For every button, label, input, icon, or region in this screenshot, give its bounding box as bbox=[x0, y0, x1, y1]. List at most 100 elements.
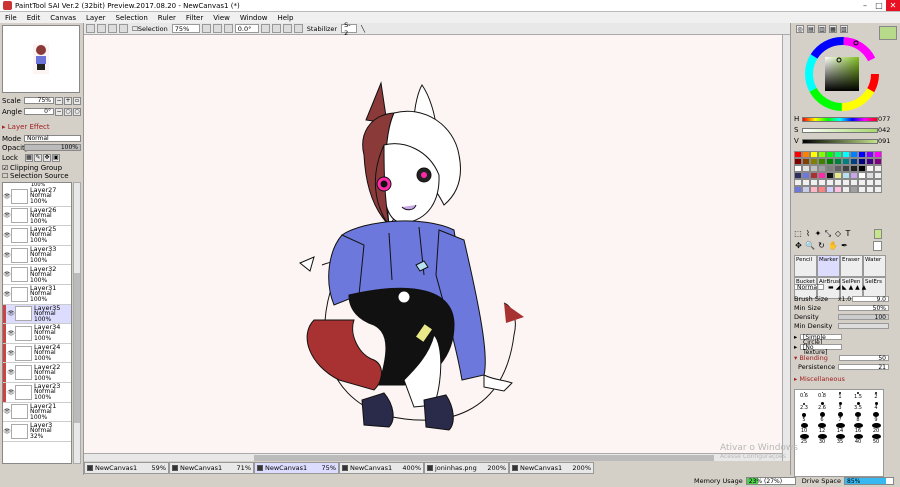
brush-size-preset[interactable]: 50 bbox=[867, 434, 885, 445]
rotate-reset-icon[interactable] bbox=[271, 24, 281, 33]
lock-all-icon[interactable]: ▣ bbox=[52, 153, 60, 162]
layer-visibility-icon[interactable]: 👁 bbox=[3, 271, 11, 278]
brush-size-preset[interactable]: 12 bbox=[813, 423, 831, 434]
brush-size-preset[interactable]: 0.8 bbox=[813, 390, 831, 401]
color-swatch[interactable] bbox=[842, 179, 850, 186]
color-swatch[interactable] bbox=[842, 151, 850, 158]
scale-slider[interactable]: 75% bbox=[24, 97, 54, 104]
rect-select-icon[interactable]: ⬚ bbox=[794, 229, 802, 239]
s-slider[interactable] bbox=[802, 127, 878, 133]
color-swatch[interactable] bbox=[850, 158, 858, 165]
brush-size-preset[interactable]: 1 bbox=[831, 390, 849, 401]
shape-icon[interactable]: ◇ bbox=[834, 229, 842, 239]
blending-header[interactable]: ▾ Blending bbox=[794, 354, 828, 362]
color-swatch[interactable] bbox=[794, 179, 802, 186]
layer-visibility-icon[interactable]: 👁 bbox=[7, 350, 15, 357]
color-swatch[interactable] bbox=[866, 179, 874, 186]
color-swatch[interactable] bbox=[826, 179, 834, 186]
persistence-slider[interactable]: 21 bbox=[838, 364, 889, 371]
color-swatch[interactable] bbox=[826, 186, 834, 193]
brush-size-preset[interactable]: 7 bbox=[831, 412, 849, 423]
zoom-in-icon[interactable] bbox=[212, 24, 222, 33]
color-swatch[interactable] bbox=[858, 158, 866, 165]
brush-tip-shapes[interactable]: ▬ ◢ ◣ ▲ ▲ ▲ bbox=[828, 284, 866, 291]
lock-brush-icon[interactable]: ✎ bbox=[34, 153, 42, 162]
color-swatch[interactable] bbox=[842, 158, 850, 165]
swatches-tab-icon[interactable]: ▦ bbox=[829, 25, 837, 33]
color-swatch[interactable] bbox=[794, 158, 802, 165]
brush-size-preset[interactable]: 6 bbox=[813, 412, 831, 423]
menu-layer[interactable]: Layer bbox=[81, 14, 111, 22]
color-swatch[interactable] bbox=[866, 172, 874, 179]
lasso-icon[interactable]: ⌇ bbox=[804, 229, 812, 239]
color-swatch[interactable] bbox=[858, 186, 866, 193]
color-swatch[interactable] bbox=[874, 158, 882, 165]
color-swatch[interactable] bbox=[850, 186, 858, 193]
zoom-out-icon[interactable] bbox=[201, 24, 211, 33]
document-tab[interactable]: NewCanvas1 75% bbox=[254, 462, 339, 474]
color-swatch[interactable] bbox=[802, 172, 810, 179]
menu-edit[interactable]: Edit bbox=[22, 14, 46, 22]
layer-row[interactable]: 👁 Layer24 Normal 100% bbox=[3, 343, 71, 364]
flip-icon[interactable] bbox=[293, 24, 303, 33]
rotate-icon[interactable]: ↻ bbox=[817, 241, 826, 251]
angle-slider[interactable]: 0° bbox=[24, 108, 54, 115]
rotate-reset-button[interactable]: ○ bbox=[64, 107, 72, 116]
menu-help[interactable]: Help bbox=[272, 14, 298, 22]
color-swatch[interactable] bbox=[858, 179, 866, 186]
zoom-in-button[interactable]: + bbox=[64, 96, 72, 105]
layer-scrollbar[interactable] bbox=[73, 182, 81, 464]
color-swatch[interactable] bbox=[874, 179, 882, 186]
canvas-hscrollbar[interactable] bbox=[84, 453, 782, 461]
color-swatch[interactable] bbox=[826, 158, 834, 165]
brush-size-preset[interactable]: 14 bbox=[831, 423, 849, 434]
color-swatch[interactable] bbox=[834, 179, 842, 186]
current-color-swatch[interactable] bbox=[873, 229, 882, 239]
brush-tool-button[interactable]: Eraser bbox=[840, 255, 863, 277]
layer-row[interactable]: 👁 Layer3 Normal 32% bbox=[3, 422, 71, 442]
color-swatch[interactable] bbox=[818, 186, 826, 193]
color-swatch[interactable] bbox=[794, 165, 802, 172]
layer-row[interactable]: 👁 Layer34 Normal 100% bbox=[3, 324, 71, 344]
mode-select[interactable]: Normal bbox=[24, 135, 81, 142]
brush-size-preset[interactable]: 1.5 bbox=[849, 390, 867, 401]
color-swatch[interactable] bbox=[826, 172, 834, 179]
layer-visibility-icon[interactable]: 👁 bbox=[3, 291, 11, 298]
document-tab[interactable]: NewCanvas1 200% bbox=[509, 462, 594, 474]
brush-shape-select[interactable]: [Simple Circle] bbox=[800, 334, 842, 346]
color-swatch[interactable] bbox=[866, 165, 874, 172]
brush-size-preset[interactable]: 4 bbox=[867, 401, 885, 412]
drawing-canvas[interactable] bbox=[84, 35, 782, 453]
color-swatch[interactable] bbox=[858, 165, 866, 172]
color-swatch[interactable] bbox=[850, 165, 858, 172]
eyedropper-icon[interactable]: ✒ bbox=[840, 241, 849, 251]
layer-visibility-icon[interactable]: 👁 bbox=[7, 330, 15, 337]
color-swatch[interactable] bbox=[834, 151, 842, 158]
rotate-left-icon[interactable] bbox=[260, 24, 270, 33]
document-tab[interactable]: joninhas.png 200% bbox=[424, 462, 509, 474]
color-swatch[interactable] bbox=[810, 172, 818, 179]
selection-source-checkbox[interactable]: ☐ bbox=[2, 172, 10, 180]
zoom-out-button[interactable]: − bbox=[55, 96, 63, 105]
brush-tool-button[interactable]: Pencil bbox=[794, 255, 817, 277]
color-swatch[interactable] bbox=[810, 158, 818, 165]
invert-selection-icon[interactable] bbox=[119, 24, 128, 33]
undo-icon[interactable] bbox=[86, 24, 95, 33]
layer-visibility-icon[interactable]: 👁 bbox=[7, 369, 15, 376]
layer-row[interactable]: 👁 Layer25 Normal 100% bbox=[3, 226, 71, 246]
color-swatch[interactable] bbox=[818, 151, 826, 158]
brush-tool-button[interactable]: Water bbox=[863, 255, 886, 277]
menu-ruler[interactable]: Ruler bbox=[153, 14, 181, 22]
minimize-button[interactable]: – bbox=[858, 0, 872, 11]
color-swatch[interactable] bbox=[794, 151, 802, 158]
navigator-preview[interactable] bbox=[2, 25, 80, 93]
color-swatch[interactable] bbox=[802, 151, 810, 158]
menu-selection[interactable]: Selection bbox=[111, 14, 153, 22]
layer-visibility-icon[interactable]: 👁 bbox=[3, 252, 11, 259]
rotation-select[interactable]: 0.0° bbox=[234, 24, 259, 33]
layer-visibility-icon[interactable]: 👁 bbox=[3, 193, 11, 200]
layer-visibility-icon[interactable]: 👁 bbox=[3, 428, 11, 435]
deselect-icon[interactable] bbox=[108, 24, 117, 33]
color-swatch[interactable] bbox=[810, 151, 818, 158]
color-swatch[interactable] bbox=[834, 172, 842, 179]
